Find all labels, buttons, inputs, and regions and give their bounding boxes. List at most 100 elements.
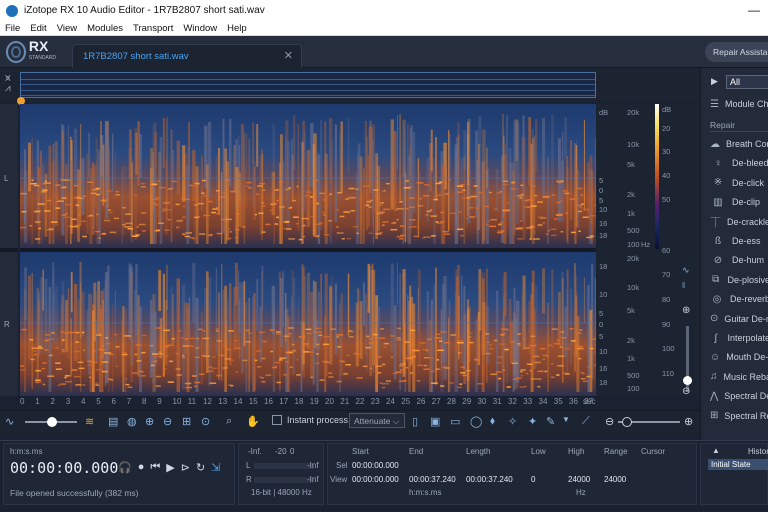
module-label: De-ess — [732, 236, 761, 246]
zoom-fit-icon[interactable]: ⊙ — [201, 415, 210, 428]
module-de-ess[interactable]: ß De-ess — [710, 232, 768, 250]
magic-wand-icon[interactable]: ✧ — [508, 415, 517, 428]
module-music-rebalance[interactable]: ♫ Music Rebalance — [710, 368, 768, 386]
module-filter-dropdown[interactable]: All — [726, 75, 768, 89]
time-tick: 33 — [523, 397, 533, 406]
time-tick: 5 — [96, 397, 101, 406]
menu-transport[interactable]: Transport — [128, 23, 178, 34]
zoom-out-vertical-icon[interactable]: ⊖ — [682, 386, 690, 397]
zoom-selection-icon[interactable]: ⊞ — [182, 415, 191, 428]
current-time-display[interactable]: 00:00:00.000 — [10, 459, 118, 477]
low-value[interactable]: 0 — [531, 475, 535, 484]
zoom-in-horizontal-icon[interactable]: ⊕ — [684, 415, 693, 428]
comment-icon[interactable]: ◍ — [127, 415, 137, 428]
follow-playhead-icon[interactable]: ⇲ — [211, 461, 220, 474]
opacity-slider-knob[interactable] — [47, 417, 57, 427]
module-spectral-de-noise[interactable]: ⋀ Spectral De-noise — [710, 387, 768, 405]
module-de-plosive[interactable]: ⧉ De-plosive — [710, 271, 768, 289]
time-format-label[interactable]: h:m:s.ms — [10, 447, 42, 456]
vertical-zoom-knob[interactable] — [683, 376, 692, 385]
history-collapse-icon[interactable]: ▲ — [712, 446, 720, 455]
horizontal-zoom-knob[interactable] — [622, 417, 632, 427]
spectrogram-toggle-icon[interactable]: ⧛ — [682, 280, 685, 291]
instant-process-checkbox[interactable] — [272, 415, 282, 425]
zoom-tool-icon[interactable]: ⌕ — [226, 415, 232, 428]
instant-process-toggle[interactable]: Instant process — [272, 415, 348, 425]
menu-modules[interactable]: Modules — [82, 23, 128, 34]
spectrogram-view-icon[interactable]: ≋ — [85, 415, 94, 428]
pen-icon[interactable]: ✎ — [546, 415, 555, 428]
opacity-slider[interactable] — [25, 417, 77, 427]
skip-back-icon[interactable]: ⏮ — [150, 461, 160, 474]
module-mouth-de-click[interactable]: ☺ Mouth De-click — [710, 348, 768, 366]
meter-label-inf: -Inf. — [248, 447, 262, 456]
history-item-initial[interactable]: Initial State — [708, 459, 768, 470]
color-level-bar — [655, 104, 659, 249]
module-interpolate[interactable]: ∫ Interpolate — [710, 329, 768, 347]
close-tab-icon[interactable]: ✕ — [284, 49, 293, 62]
menu-view[interactable]: View — [52, 23, 82, 34]
sel-start-value[interactable]: 00:00:00.000 — [352, 461, 399, 470]
spectrogram-view[interactable] — [20, 104, 596, 396]
vertical-zoom-slider[interactable] — [683, 326, 692, 392]
horizontal-zoom-slider[interactable] — [618, 417, 680, 427]
record-icon[interactable]: ● — [138, 461, 145, 474]
color-db-60: 60 — [662, 246, 671, 255]
time-selection-icon[interactable]: ▯ — [412, 415, 418, 428]
module-chain-button[interactable]: ☰Module Chain — [710, 95, 768, 113]
module-de-reverb[interactable]: ◎ De-reverb — [710, 290, 768, 308]
module-de-crackle[interactable]: ⏉ De-crackle — [710, 213, 768, 231]
rect-selection-icon[interactable]: ▣ — [430, 415, 440, 428]
minimize-icon[interactable]: — — [748, 3, 760, 17]
file-tab[interactable]: 1R7B2807 short sati.wav ✕ — [72, 44, 302, 68]
module-guitar-de-noise[interactable]: ⊙ Guitar De-noise — [710, 310, 768, 328]
curve-icon[interactable]: ⟋ — [582, 415, 590, 428]
chevron-down-icon[interactable]: ▼ — [562, 415, 570, 424]
freq-unit-label: Hz — [576, 488, 586, 497]
attenuate-dropdown[interactable]: Attenuate ⌵ — [349, 413, 405, 428]
lasso-icon[interactable]: ◯ — [470, 415, 482, 428]
waveform-toggle-icon[interactable]: ∿ — [682, 265, 690, 276]
view-end-value[interactable]: 00:00:37.240 — [409, 475, 456, 484]
time-tick: 12 — [203, 397, 212, 406]
waveform-view-icon[interactable]: ∿ — [5, 415, 14, 428]
waveform-overview[interactable]: ⩙ ⩘ — [0, 68, 700, 102]
menu-edit[interactable]: Edit — [25, 23, 51, 34]
high-value[interactable]: 24000 — [568, 475, 590, 484]
spectrogram-canvas[interactable] — [20, 104, 596, 396]
time-tick: 35 — [553, 397, 563, 406]
view-length-value[interactable]: 00:00:37.240 — [466, 475, 513, 484]
module-label: De-plosive — [727, 274, 768, 285]
markers-icon[interactable]: ▤ — [108, 415, 118, 428]
range-value[interactable]: 24000 — [604, 475, 626, 484]
zoom-in-vertical-icon[interactable]: ⊕ — [682, 305, 690, 316]
play-icon[interactable]: ▶ — [166, 461, 174, 474]
harmonic-selection-icon[interactable]: ✦ — [528, 415, 537, 428]
overview-track[interactable] — [20, 72, 596, 98]
menu-file[interactable]: File — [0, 23, 25, 34]
module-de-bleed[interactable]: ♀ De-bleed — [710, 154, 768, 172]
play-selection-icon[interactable]: ⊳ — [181, 461, 190, 474]
module-spectral-repair[interactable]: ⊞ Spectral Repair — [710, 407, 768, 425]
play-preview-icon[interactable]: ▶ — [711, 76, 718, 87]
menu-help[interactable]: Help — [222, 23, 252, 34]
zoom-out-icon[interactable]: ⊖ — [163, 415, 172, 428]
freq-20k-bottom: 20k — [627, 254, 640, 263]
loop-icon[interactable]: ↻ — [196, 461, 205, 474]
hand-tool-icon[interactable]: ✋ — [246, 415, 260, 428]
module-breath-control[interactable]: ☁ Breath Control — [710, 135, 768, 153]
collapse-overview-icon[interactable]: ⩙ ⩘ — [5, 74, 11, 94]
module-de-click[interactable]: ※ De-click — [710, 174, 768, 192]
menu-window[interactable]: Window — [178, 23, 222, 34]
time-tick: 14 — [233, 397, 243, 406]
module-label: De-reverb — [729, 294, 768, 305]
zoom-out-horizontal-icon[interactable]: ⊖ — [605, 415, 614, 428]
module-de-hum[interactable]: ⊘ De-hum — [710, 251, 768, 269]
brush-icon[interactable]: ⬧ — [490, 415, 495, 428]
headphones-icon[interactable]: 🎧 — [118, 461, 132, 474]
module-de-clip[interactable]: ▥ De-clip — [710, 193, 768, 211]
repair-assistant-button[interactable]: Repair Assistant — [705, 42, 768, 62]
zoom-in-icon[interactable]: ⊕ — [145, 415, 154, 428]
view-start-value[interactable]: 00:00:00.000 — [352, 475, 399, 484]
freq-selection-icon[interactable]: ▭ — [450, 415, 460, 428]
